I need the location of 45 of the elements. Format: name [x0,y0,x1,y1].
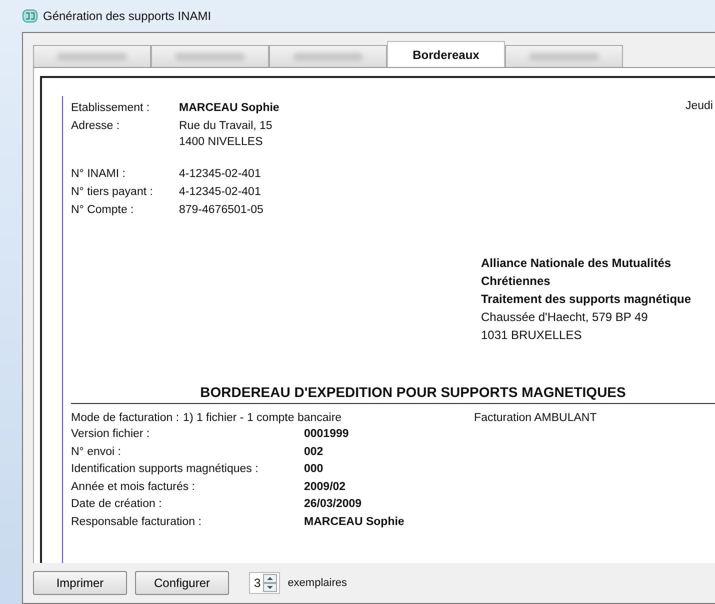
recipient-address-line: Chaussée d'Haecht, 579 BP 49 [481,309,649,326]
recipient-address-line: Chrétiennes [481,273,552,290]
app-icon [22,9,38,23]
field-label: Version fichier : [71,427,151,442]
billing-type-text: Facturation AMBULANT [474,411,597,426]
field-value: 4-12345-02-401 [179,167,262,182]
field-value: 1400 NIVELLES [179,135,264,150]
copies-label: exemplaires [288,577,347,589]
field-label: Responsable facturation : [71,514,202,530]
button[interactable]: Imprimer [33,571,127,595]
field-value: Rue du Travail, 15 [179,119,274,134]
tab[interactable] [269,45,387,67]
field-value: 0001999 [304,427,350,442]
recipient-address-line: 1031 BRUXELLES [481,327,583,344]
field-label: N° INAMI : [71,167,126,182]
field-label: Année et mois facturés : [71,480,196,494]
field-value: 4-12345-02-401 [179,185,262,200]
field-label: N° tiers payant : [71,185,154,200]
field-value: 000 [304,462,324,477]
field-value: 1) 1 fichier - 1 compte bancaire [183,411,343,426]
field-value: MARCEAU Sophie [304,514,406,530]
document-heading: BORDEREAU D'EXPEDITION POUR SUPPORTS MAGNETIQUES [71,384,715,404]
copies-spinner[interactable]: 3 [249,572,280,594]
field-label: N° Compte : [71,203,135,218]
tab[interactable]: Bordereaux [387,41,505,67]
tab[interactable] [505,45,623,67]
field-label: Date de création : [71,497,163,512]
field-label: Etablissement : [71,101,151,116]
field-value: MARCEAU Sophie [179,101,280,116]
spinner-arrows-icon[interactable] [262,574,277,592]
window-title: Génération des supports INAMI [43,9,212,23]
field-value: 879-4676501-05 [179,203,264,218]
field-value: 26/03/2009 [304,497,363,512]
field-value: 002 [304,444,324,460]
field-label: N° envoi : [71,444,122,460]
date-text: Jeudi [686,100,714,114]
button[interactable]: Configurer [135,571,229,595]
field-label: Mode de facturation : [71,411,180,426]
tab[interactable] [33,45,151,67]
tab[interactable] [151,45,269,67]
field-label: Identification supports magnétiques : [71,462,260,477]
recipient-address-line: Traitement des supports magnétique [481,291,692,308]
field-label: Adresse : [71,119,121,134]
field-value: 2009/02 [304,480,347,494]
recipient-address-line: Alliance Nationale des Mutualités [481,255,672,272]
